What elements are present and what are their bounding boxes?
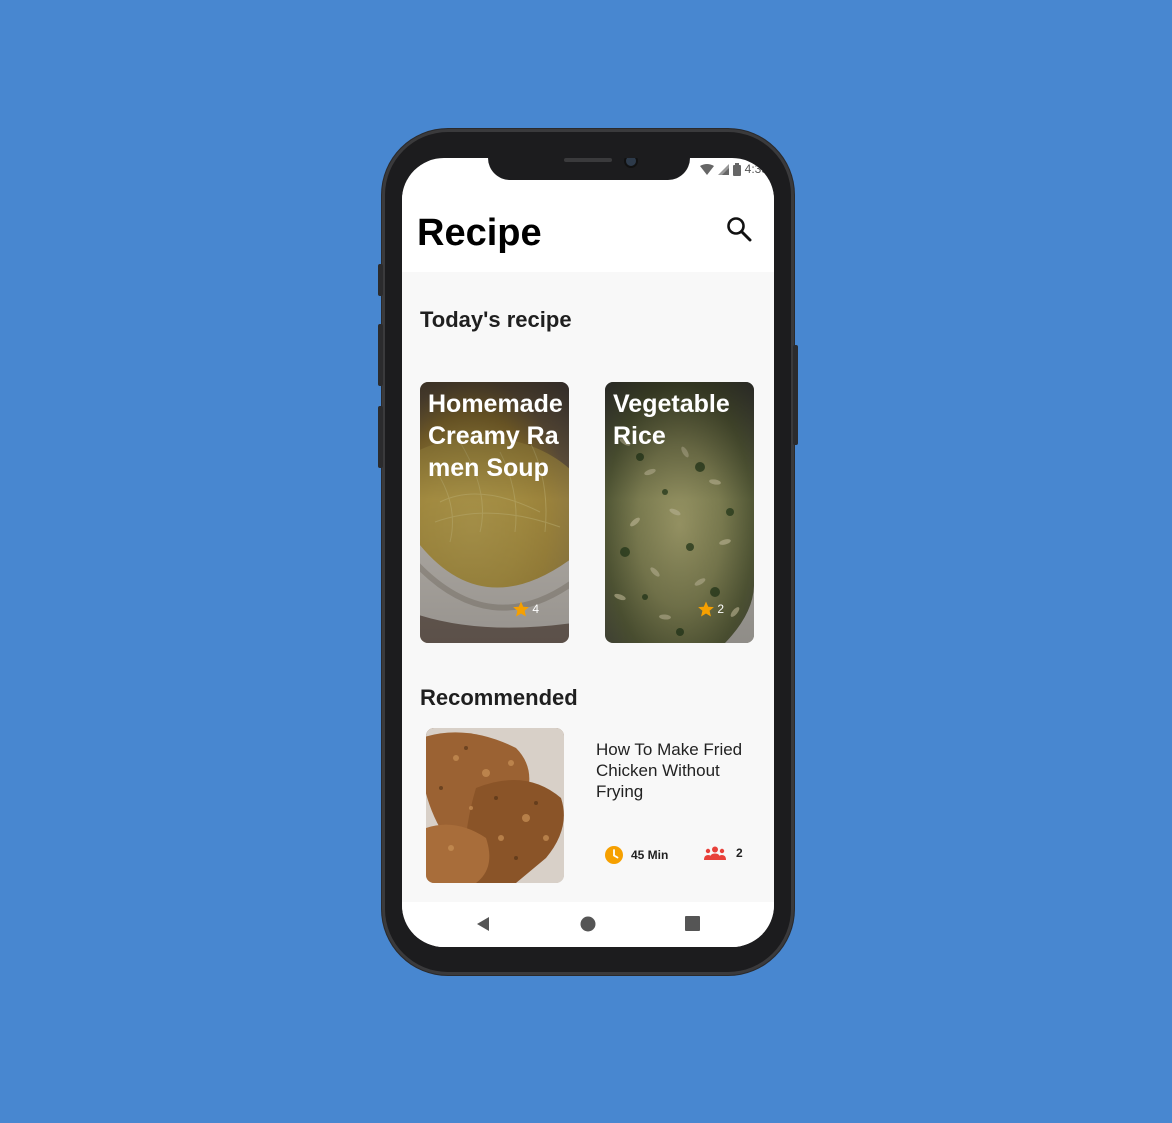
home-icon xyxy=(580,916,596,932)
card-title: Homemade Creamy Ramen Soup xyxy=(428,390,563,482)
servings: 2 xyxy=(704,846,743,860)
search-button[interactable] xyxy=(724,214,754,244)
card-title: Vegetable Rice xyxy=(613,390,730,450)
speaker xyxy=(564,158,612,162)
wifi-icon xyxy=(699,163,714,175)
android-nav-bar xyxy=(402,902,774,947)
rating-value: 4 xyxy=(532,602,539,616)
cook-time-value: 45 Min xyxy=(631,848,669,862)
battery-icon xyxy=(732,162,741,176)
phone-screen: 4:35 Recipe Today's recipe Homemade Crea… xyxy=(402,158,774,947)
section-title-recommended: Recommended xyxy=(420,685,578,710)
back-icon xyxy=(477,917,489,931)
phone-frame: 4:35 Recipe Today's recipe Homemade Crea… xyxy=(378,129,798,975)
recommended-image[interactable] xyxy=(426,728,564,883)
app-bar: Recipe xyxy=(402,180,774,272)
recents-icon xyxy=(685,916,700,931)
fried-chicken-photo xyxy=(426,728,564,883)
recipe-card-vegetable-rice[interactable]: Vegetable Rice 2 xyxy=(605,382,754,643)
signal-icon xyxy=(717,163,729,175)
star-icon xyxy=(698,601,715,617)
status-time: 4:35 xyxy=(744,162,768,176)
power-button xyxy=(793,345,798,445)
status-bar: 4:35 xyxy=(699,162,768,176)
servings-value: 2 xyxy=(736,846,743,860)
cook-time: 45 Min xyxy=(605,846,668,864)
main-content: Today's recipe Homemade Creamy Ramen Sou… xyxy=(402,272,774,902)
rating-value: 2 xyxy=(717,602,724,616)
rating: 4 xyxy=(512,600,539,618)
search-icon xyxy=(727,217,752,242)
recipe-card-ramen[interactable]: Homemade Creamy Ramen Soup 4 xyxy=(420,382,569,643)
back-button[interactable] xyxy=(476,916,490,937)
recents-button[interactable] xyxy=(685,916,700,936)
app-title: Recipe xyxy=(417,212,542,254)
clock-icon xyxy=(605,846,623,864)
notch xyxy=(488,158,690,180)
home-button[interactable] xyxy=(580,916,596,937)
rating: 2 xyxy=(697,600,724,618)
volume-down-button xyxy=(378,406,383,468)
people-icon xyxy=(704,846,726,860)
section-title-today: Today's recipe xyxy=(420,307,572,332)
mute-switch xyxy=(378,264,383,296)
front-camera xyxy=(624,158,638,168)
recommended-title[interactable]: How To Make Fried Chicken Without Frying xyxy=(596,739,766,802)
volume-up-button xyxy=(378,324,383,386)
star-icon xyxy=(513,601,530,617)
